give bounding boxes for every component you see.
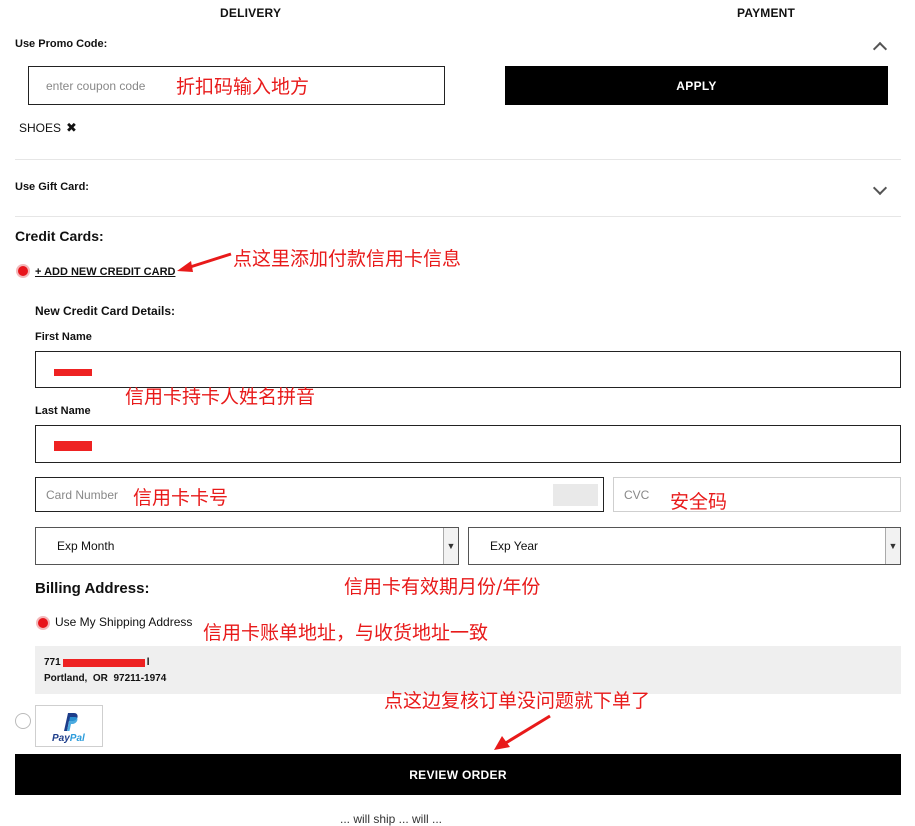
annotation-review: 点这边复核订单没问题就下单了: [384, 690, 651, 712]
credit-cards-heading: Credit Cards:: [15, 228, 104, 244]
annotation-name: 信用卡持卡人姓名拼音: [125, 386, 316, 408]
add-new-credit-card-link[interactable]: + ADD NEW CREDIT CARD: [35, 266, 175, 278]
use-shipping-radio[interactable]: [36, 616, 50, 630]
exp-month-select[interactable]: Exp Month ▼: [35, 527, 459, 565]
step-delivery[interactable]: DELIVERY: [220, 6, 281, 20]
exp-year-select[interactable]: Exp Year ▼: [468, 527, 901, 565]
divider: [15, 159, 901, 160]
cvc-input[interactable]: CVC: [613, 477, 901, 512]
step-payment[interactable]: PAYMENT: [737, 6, 795, 20]
use-shipping-label[interactable]: Use My Shipping Address: [55, 615, 192, 629]
address-line-2: Portland, OR 97211-1974: [44, 673, 167, 684]
chevron-down-icon[interactable]: [872, 180, 888, 196]
paypal-logo[interactable]: PayPal: [35, 705, 103, 747]
annotation-promo: 折扣码输入地方: [176, 76, 310, 98]
redacted-value: [62, 658, 145, 667]
card-number-input[interactable]: Card Number: [35, 477, 604, 512]
paypal-p-icon: [64, 713, 78, 731]
annotation-arrow-icon: [494, 714, 551, 750]
paypal-wordmark: PayPal: [52, 733, 85, 744]
annotation-add-card: 点这里添加付款信用卡信息: [233, 248, 462, 270]
cvc-placeholder: CVC: [624, 488, 650, 502]
divider: [15, 216, 901, 217]
remove-promo-icon[interactable]: ✖: [66, 120, 77, 136]
card-type-icon: [553, 484, 598, 506]
last-name-label: Last Name: [35, 405, 91, 417]
paypal-radio[interactable]: [15, 713, 31, 729]
review-order-button[interactable]: REVIEW ORDER: [15, 754, 901, 795]
last-name-input[interactable]: [35, 425, 901, 463]
address-prefix: 771: [44, 657, 61, 668]
annotation-billing: 信用卡账单地址，与收货地址一致: [203, 622, 489, 644]
coupon-placeholder: enter coupon code: [46, 79, 146, 93]
exp-month-value: Exp Month: [57, 539, 115, 553]
redacted-value: [54, 369, 92, 376]
redacted-value: [54, 441, 92, 451]
chevron-down-icon[interactable]: ▼: [443, 528, 458, 564]
chevron-up-icon[interactable]: [872, 41, 888, 57]
applied-promo-tag: SHOES ✖: [19, 120, 77, 136]
apply-button[interactable]: APPLY: [505, 66, 888, 105]
first-name-label: First Name: [35, 331, 92, 343]
address-line-1: 771 l: [44, 657, 149, 668]
exp-year-value: Exp Year: [490, 539, 539, 553]
add-card-radio[interactable]: [16, 264, 30, 278]
annotation-arrow-icon: [177, 252, 232, 272]
annotation-card-number: 信用卡卡号: [133, 487, 229, 509]
footer-text: ... will ship ... will ...: [340, 812, 443, 826]
annotation-cvc: 安全码: [670, 491, 728, 513]
new-card-details-heading: New Credit Card Details:: [35, 304, 176, 318]
gift-card-label: Use Gift Card:: [15, 181, 89, 193]
annotation-expiry: 信用卡有效期月份/年份: [344, 576, 541, 598]
address-suffix: l: [146, 657, 150, 668]
applied-promo-code: SHOES: [19, 121, 62, 135]
chevron-down-icon[interactable]: ▼: [885, 528, 900, 564]
promo-code-label: Use Promo Code:: [15, 38, 108, 50]
billing-address-heading: Billing Address:: [35, 580, 150, 597]
card-number-placeholder: Card Number: [46, 488, 119, 502]
